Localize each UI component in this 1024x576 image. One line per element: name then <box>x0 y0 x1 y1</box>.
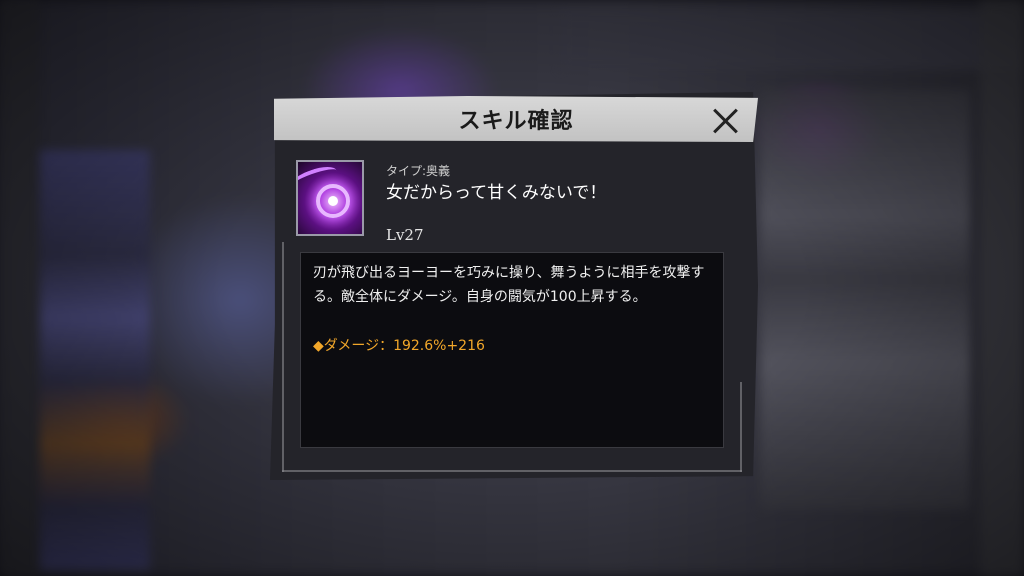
frame-deco-left <box>282 242 284 472</box>
skill-icon <box>296 160 364 236</box>
dialog-title: スキル確認 <box>458 109 574 134</box>
skill-icon-core <box>328 196 338 206</box>
skill-confirm-dialog: スキル確認 タイプ:奥義 女だからって甘くみないで！ Lv27 刃が飛び出るヨー… <box>262 92 762 484</box>
frame-deco-right <box>740 382 742 472</box>
skill-damage: ◆ダメージ：192.6%+216 <box>313 338 485 354</box>
skill-name: 女だからって甘くみないで！ <box>386 183 607 203</box>
skill-description: 刃が飛び出るヨーヨーを巧みに操り、舞うように相手を攻撃する。敵全体にダメージ。自… <box>313 265 705 305</box>
frame-deco-bottom <box>282 470 742 472</box>
skill-level: Lv27 <box>386 226 424 244</box>
skill-description-box: 刃が飛び出るヨーヨーを巧みに操り、舞うように相手を攻撃する。敵全体にダメージ。自… <box>300 252 724 448</box>
close-icon[interactable] <box>710 106 742 136</box>
skill-type-label: タイプ:奥義 <box>386 164 451 178</box>
